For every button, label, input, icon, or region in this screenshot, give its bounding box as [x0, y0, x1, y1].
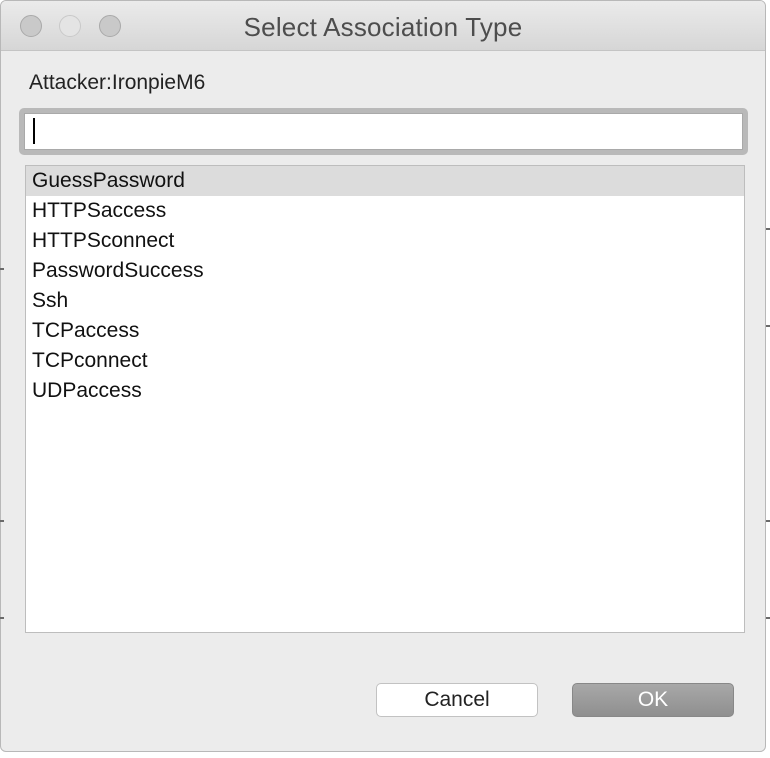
background-edge-mark [766, 325, 770, 327]
list-item[interactable]: HTTPSconnect [26, 226, 744, 256]
list-item[interactable]: TCPaccess [26, 316, 744, 346]
list-item[interactable]: GuessPassword [26, 166, 744, 196]
cancel-button[interactable]: Cancel [376, 683, 538, 717]
list-item[interactable]: Ssh [26, 286, 744, 316]
association-type-list[interactable]: GuessPassword HTTPSaccess HTTPSconnect P… [25, 165, 745, 633]
list-item[interactable]: HTTPSaccess [26, 196, 744, 226]
list-item[interactable]: PasswordSuccess [26, 256, 744, 286]
dialog-window: Select Association Type Attacker:Ironpie… [0, 0, 766, 752]
list-item[interactable]: UDPaccess [26, 376, 744, 406]
subject-label: Attacker:IronpieM6 [29, 71, 206, 94]
background-edge-mark [766, 617, 770, 619]
ok-button[interactable]: OK [572, 683, 734, 717]
background-edge-mark [0, 617, 4, 619]
text-cursor [33, 118, 35, 144]
window-title: Select Association Type [243, 12, 523, 42]
search-field-focus-ring [19, 108, 748, 155]
background-edge-mark [766, 228, 770, 230]
list-item[interactable]: TCPconnect [26, 346, 744, 376]
title-bar[interactable]: Select Association Type [1, 1, 765, 51]
search-input[interactable] [24, 113, 743, 150]
background-edge-mark [766, 520, 770, 522]
background-edge-mark [0, 520, 4, 522]
background-edge-mark [0, 268, 4, 270]
